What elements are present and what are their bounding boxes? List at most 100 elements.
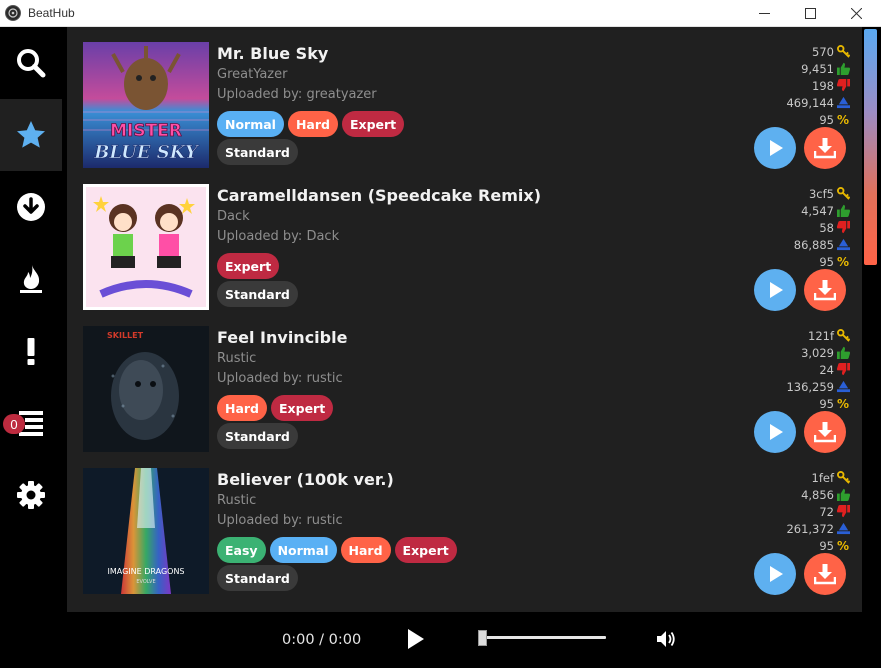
preview-play-button[interactable] bbox=[754, 411, 796, 453]
play-icon bbox=[770, 566, 783, 582]
characteristic-tag: Standard bbox=[217, 565, 298, 591]
song-stats: 3cf5 4,547 58 86,885 95% bbox=[760, 185, 850, 270]
seek-track[interactable] bbox=[482, 636, 606, 639]
gear-icon bbox=[17, 481, 45, 509]
play-icon[interactable] bbox=[404, 627, 428, 651]
playback-time: 0:00 / 0:00 bbox=[282, 632, 362, 648]
stat-downvotes-value: 198 bbox=[812, 78, 834, 93]
sidebar-item-downloads[interactable] bbox=[0, 171, 62, 243]
sidebar-item-hot[interactable] bbox=[0, 243, 62, 315]
stat-upvotes-value: 9,451 bbox=[801, 61, 834, 76]
difficulty-tag-expert: Expert bbox=[341, 111, 405, 137]
stat-rating: 95% bbox=[760, 395, 850, 412]
difficulty-tags: Hard Expert bbox=[217, 395, 334, 421]
stat-downvotes: 24 bbox=[760, 361, 850, 378]
download-icon bbox=[814, 564, 836, 585]
thumbs-down-icon bbox=[836, 79, 850, 92]
exclamation-icon bbox=[27, 338, 35, 365]
stat-plays: 469,144 bbox=[760, 94, 850, 111]
uploader-prefix: Uploaded by: bbox=[217, 513, 303, 528]
maximize-icon bbox=[804, 7, 816, 19]
list-item: MISTER BLUE SKY Mr. Blue Sky GreatYazer … bbox=[67, 27, 862, 169]
queue-count-badge: 0 bbox=[3, 414, 25, 434]
stat-rating-value: 95 bbox=[819, 538, 834, 553]
song-title[interactable]: Caramelldansen (Speedcake Remix) bbox=[217, 186, 541, 205]
title-bar: BeatHub bbox=[0, 0, 881, 27]
maximize-button[interactable] bbox=[787, 0, 833, 26]
uploader-name[interactable]: Dack bbox=[306, 229, 339, 244]
stat-key-value: 1fef bbox=[811, 470, 835, 485]
thumbs-up-icon bbox=[836, 62, 850, 75]
close-icon bbox=[850, 7, 862, 19]
song-stats: 1fef 4,856 72 261,372 95% bbox=[760, 469, 850, 554]
album-cover: SKILLET bbox=[83, 326, 209, 452]
window-title: BeatHub bbox=[28, 6, 75, 20]
key-icon bbox=[836, 187, 850, 200]
difficulty-tag-expert: Expert bbox=[394, 537, 457, 563]
characteristic-tag: Standard bbox=[217, 423, 298, 449]
stat-key: 570 bbox=[760, 43, 850, 60]
sidebar-item-alerts[interactable] bbox=[0, 315, 62, 387]
song-uploader: Uploaded by: rustic bbox=[217, 513, 343, 528]
sidebar-item-favorites[interactable] bbox=[0, 99, 62, 171]
difficulty-tag-hard: Hard bbox=[287, 111, 338, 137]
characteristic-tag: Standard bbox=[217, 281, 298, 307]
song-artist: Rustic bbox=[217, 493, 257, 508]
sidebar-item-settings[interactable] bbox=[0, 459, 62, 531]
download-button[interactable] bbox=[804, 553, 846, 595]
difficulty-tag-hard: Hard bbox=[217, 395, 268, 421]
sidebar-item-search[interactable] bbox=[0, 27, 62, 99]
stat-downvotes-value: 58 bbox=[819, 220, 834, 235]
difficulty-tag-normal: Normal bbox=[217, 111, 284, 137]
percent-icon: % bbox=[836, 254, 850, 269]
plays-icon bbox=[836, 96, 850, 109]
stat-upvotes: 4,547 bbox=[760, 202, 850, 219]
thumbs-up-icon bbox=[836, 488, 850, 501]
download-button[interactable] bbox=[804, 269, 846, 311]
song-title[interactable]: Feel Invincible bbox=[217, 328, 347, 347]
stat-upvotes-value: 4,547 bbox=[801, 203, 834, 218]
preview-play-button[interactable] bbox=[754, 553, 796, 595]
download-button[interactable] bbox=[804, 411, 846, 453]
stat-plays-value: 261,372 bbox=[786, 521, 834, 536]
uploader-name[interactable]: rustic bbox=[306, 513, 342, 528]
uploader-name[interactable]: rustic bbox=[306, 371, 342, 386]
list-item: SKILLET Feel Invincible Rustic Uploaded … bbox=[67, 311, 862, 453]
scrollbar[interactable] bbox=[862, 27, 881, 612]
percent-icon: % bbox=[836, 112, 850, 127]
stat-downvotes: 72 bbox=[760, 503, 850, 520]
stat-upvotes-value: 4,856 bbox=[801, 487, 834, 502]
star-icon bbox=[17, 121, 45, 148]
seek-thumb[interactable] bbox=[478, 630, 487, 646]
song-uploader: Uploaded by: greatyazer bbox=[217, 87, 377, 102]
seek-slider[interactable] bbox=[478, 628, 608, 648]
uploader-prefix: Uploaded by: bbox=[217, 371, 303, 386]
download-circle-icon bbox=[17, 193, 45, 221]
album-cover: MISTER BLUE SKY bbox=[83, 42, 209, 168]
stat-upvotes: 3,029 bbox=[760, 344, 850, 361]
thumbs-up-icon bbox=[836, 204, 850, 217]
stat-upvotes: 9,451 bbox=[760, 60, 850, 77]
scrollbar-thumb[interactable] bbox=[864, 29, 877, 265]
volume-icon[interactable] bbox=[655, 628, 677, 650]
preview-play-button[interactable] bbox=[754, 269, 796, 311]
stat-plays-value: 86,885 bbox=[793, 237, 834, 252]
uploader-name[interactable]: greatyazer bbox=[306, 87, 376, 102]
close-button[interactable] bbox=[833, 0, 879, 26]
preview-play-button[interactable] bbox=[754, 127, 796, 169]
difficulty-tags: Easy Normal Hard Expert bbox=[217, 537, 457, 563]
download-button[interactable] bbox=[804, 127, 846, 169]
stat-plays: 136,259 bbox=[760, 378, 850, 395]
play-icon bbox=[770, 140, 783, 156]
difficulty-tag-expert: Expert bbox=[217, 253, 280, 279]
song-title[interactable]: Believer (100k ver.) bbox=[217, 470, 394, 489]
stat-downvotes-value: 24 bbox=[819, 362, 834, 377]
difficulty-tag-normal: Normal bbox=[269, 537, 337, 563]
plays-icon bbox=[836, 380, 850, 393]
download-icon bbox=[814, 138, 836, 159]
minimize-button[interactable] bbox=[741, 0, 787, 26]
percent-icon: % bbox=[836, 396, 850, 411]
sidebar-item-queue[interactable]: 0 bbox=[0, 387, 62, 459]
song-title[interactable]: Mr. Blue Sky bbox=[217, 44, 328, 63]
cover-text: SKILLET bbox=[107, 331, 144, 340]
